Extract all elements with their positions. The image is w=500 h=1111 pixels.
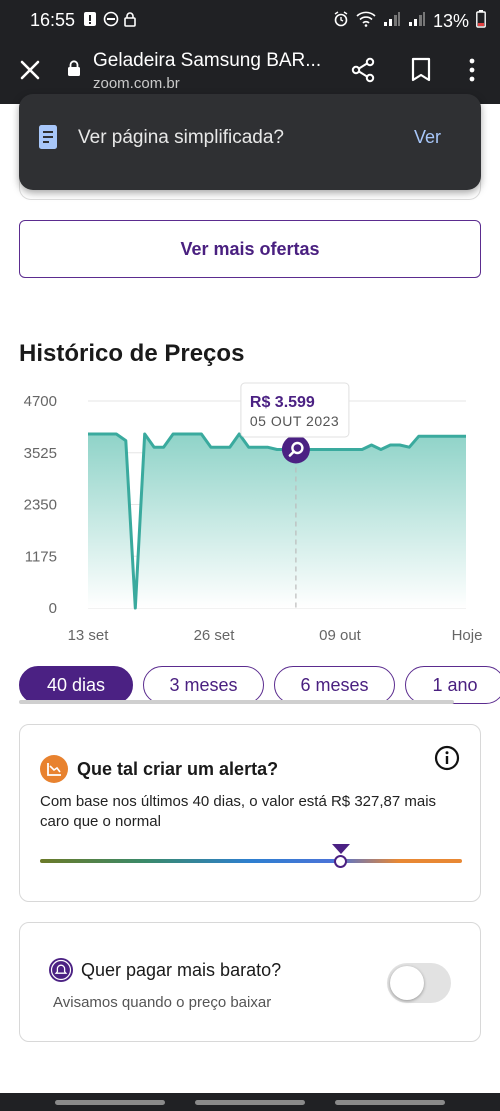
y-tick-label: 1175 xyxy=(25,548,57,565)
tooltip-date: 05 OUT 2023 xyxy=(250,413,339,429)
selected-point-marker xyxy=(281,435,310,464)
period-pill-3-meses[interactable]: 3 meses xyxy=(143,666,264,704)
share-icon[interactable] xyxy=(350,57,376,83)
gauge-marker xyxy=(334,855,347,868)
signal-icon xyxy=(383,11,401,32)
lock-icon xyxy=(67,60,81,76)
simplified-prompt-text: Ver página simplificada? xyxy=(78,127,284,148)
price-drop-title: Quer pagar mais barato? xyxy=(81,960,282,980)
period-pill-40-dias[interactable]: 40 dias xyxy=(19,666,133,704)
x-tick-label: Hoje xyxy=(452,627,483,644)
more-offers-button[interactable]: Ver mais ofertas xyxy=(19,220,481,278)
price-tooltip: R$ 3.599 05 OUT 2023 xyxy=(240,382,350,438)
alert-description: Com base nos últimos 40 dias, o valor es… xyxy=(40,793,437,830)
chart-y-axis: 4700 3525 2350 1175 0 xyxy=(24,393,57,617)
dnd-icon xyxy=(103,11,119,27)
status-time: 16:55 xyxy=(30,10,76,30)
gauge-pointer-icon xyxy=(331,842,351,854)
chart-trend-icon xyxy=(40,755,68,783)
period-selector: 40 dias 3 meses 6 meses 1 ano xyxy=(19,666,500,704)
status-right: 13% xyxy=(333,10,486,33)
x-tick-label: 26 set xyxy=(194,627,236,644)
period-pill-1-ano[interactable]: 1 ano xyxy=(405,666,500,704)
nav-segment xyxy=(195,1100,305,1105)
y-tick-label: 0 xyxy=(49,600,57,617)
toggle-knob xyxy=(390,966,424,1000)
lock-status-icon xyxy=(123,11,137,27)
period-pill-6-meses[interactable]: 6 meses xyxy=(274,666,395,704)
simplified-view-button[interactable]: Ver xyxy=(414,127,441,148)
price-history-title: Histórico de Preços xyxy=(19,340,245,367)
info-icon[interactable] xyxy=(434,745,460,771)
price-drop-toggle[interactable] xyxy=(387,963,451,1003)
x-tick-label: 13 set xyxy=(68,627,110,644)
battery-icon xyxy=(476,10,486,33)
period-scrollbar[interactable] xyxy=(19,700,454,704)
alarm-icon xyxy=(333,11,349,32)
bottom-navigation-bar xyxy=(0,1093,500,1111)
price-drop-subtitle: Avisamos quando o preço baixar xyxy=(53,994,272,1011)
bell-icon xyxy=(48,957,74,983)
y-tick-label: 3525 xyxy=(24,445,57,462)
price-alert-card: Que tal criar um alerta? Com base nos úl… xyxy=(19,724,481,902)
close-icon[interactable] xyxy=(18,58,42,82)
nav-segment xyxy=(55,1100,165,1105)
y-tick-label: 4700 xyxy=(24,393,57,410)
nav-segment xyxy=(335,1100,445,1105)
page-title[interactable]: Geladeira Samsung BAR... xyxy=(93,50,321,72)
chart-x-axis: 13 set 26 set 09 out Hoje xyxy=(68,627,483,644)
alert-title: Que tal criar um alerta? xyxy=(77,759,279,779)
alert-notification-icon xyxy=(83,11,97,27)
price-drop-alert-card: Quer pagar mais barato? Avisamos quando … xyxy=(19,922,481,1042)
y-tick-label: 2350 xyxy=(24,497,57,514)
status-bar: 16:55 13% xyxy=(0,0,500,40)
wifi-icon xyxy=(356,11,376,32)
simplified-page-prompt: Ver página simplificada? Ver xyxy=(19,94,481,190)
price-history-chart[interactable]: 4700 3525 2350 1175 0 R$ 3.599 05 OUT 2023 1… xyxy=(0,380,500,650)
more-options-icon[interactable] xyxy=(463,57,481,83)
bookmark-icon[interactable] xyxy=(410,57,432,83)
status-notification-icons xyxy=(83,11,137,27)
x-tick-label: 09 out xyxy=(319,627,362,644)
price-gauge-bar xyxy=(40,859,462,863)
document-icon xyxy=(38,124,58,150)
tooltip-price: R$ 3.599 xyxy=(250,394,315,411)
battery-percent: 13% xyxy=(432,11,469,31)
page-url[interactable]: zoom.com.br xyxy=(93,75,180,92)
signal-icon-2 xyxy=(408,11,426,32)
